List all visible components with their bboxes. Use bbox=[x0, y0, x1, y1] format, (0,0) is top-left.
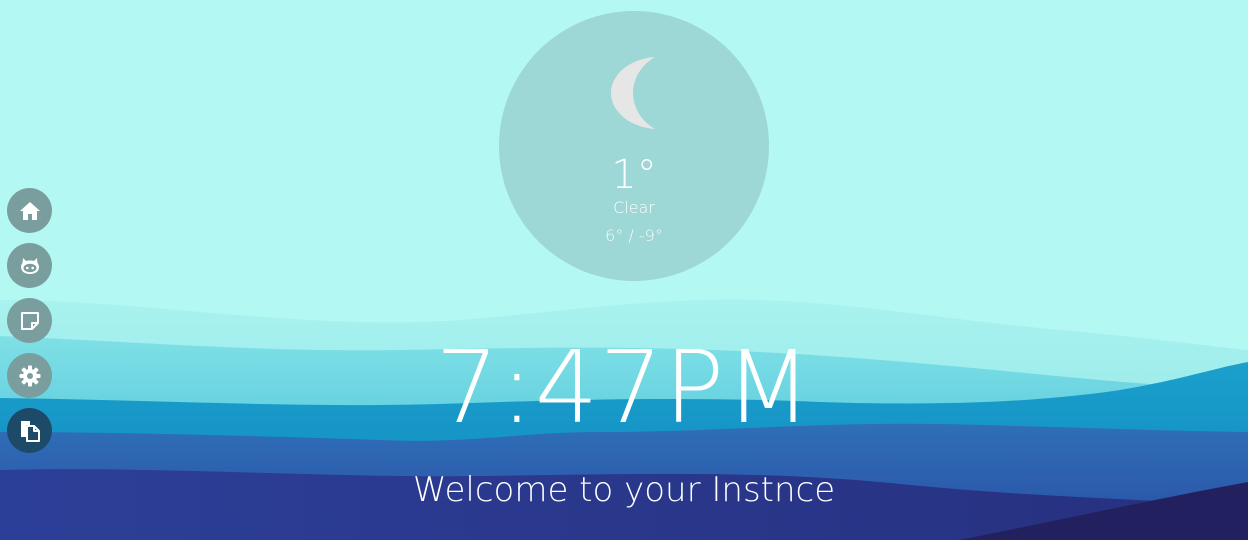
github-button[interactable] bbox=[7, 243, 52, 288]
temperature-range: 6° / -9° bbox=[605, 226, 663, 245]
notes-button[interactable] bbox=[7, 298, 52, 343]
note-icon bbox=[20, 311, 39, 330]
new-tab-page: 1° Clear 6° / -9° 7:47PM Welcome to your… bbox=[0, 0, 1248, 540]
clock: 7:47PM bbox=[435, 329, 813, 446]
moon-icon bbox=[611, 57, 655, 129]
current-temperature: 1° bbox=[611, 152, 657, 198]
home-button[interactable] bbox=[7, 188, 52, 233]
github-icon bbox=[20, 257, 39, 274]
welcome-message: Welcome to your Instnce bbox=[412, 470, 836, 510]
weather-condition: Clear bbox=[613, 198, 655, 217]
home-icon bbox=[19, 201, 40, 220]
weather-widget: 1° Clear 6° / -9° bbox=[499, 11, 769, 281]
